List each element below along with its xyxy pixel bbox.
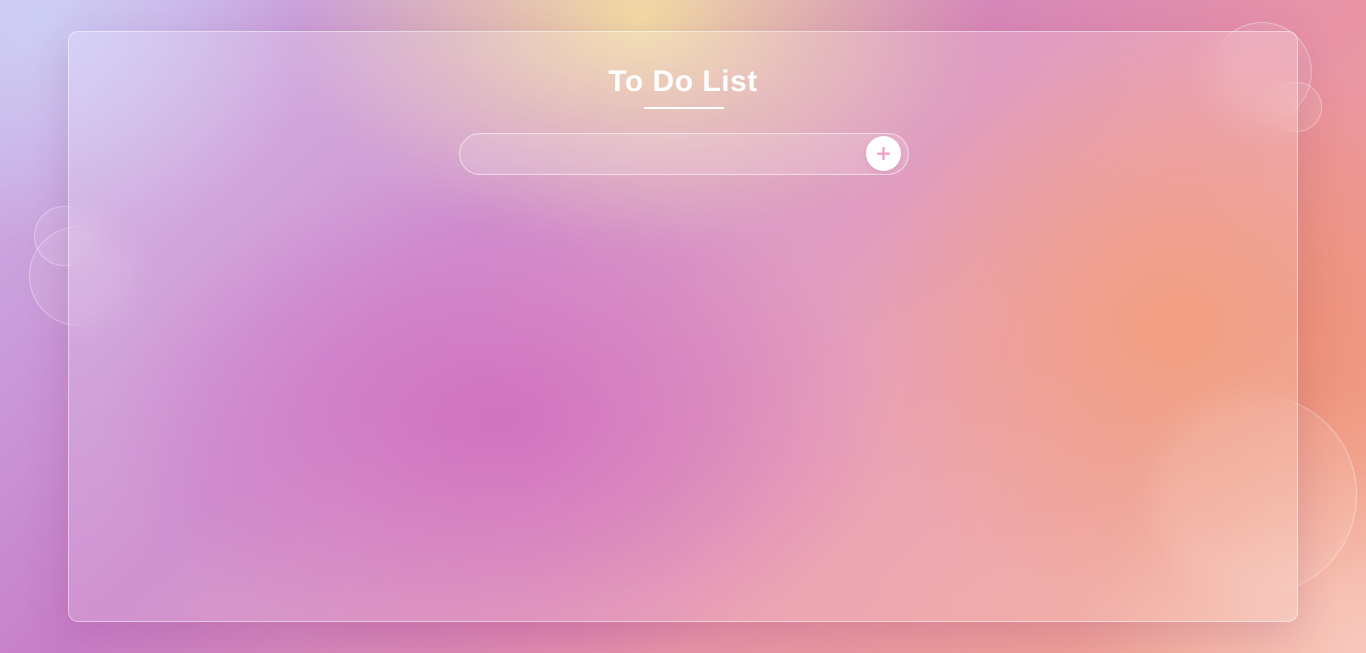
add-task-button[interactable]: + xyxy=(866,136,901,171)
title-underline xyxy=(644,107,724,109)
todo-card: To Do List + xyxy=(68,31,1298,622)
plus-icon: + xyxy=(875,141,892,165)
task-input[interactable] xyxy=(476,134,860,176)
task-input-form: + xyxy=(459,133,909,176)
page-title: To Do List xyxy=(608,65,758,98)
